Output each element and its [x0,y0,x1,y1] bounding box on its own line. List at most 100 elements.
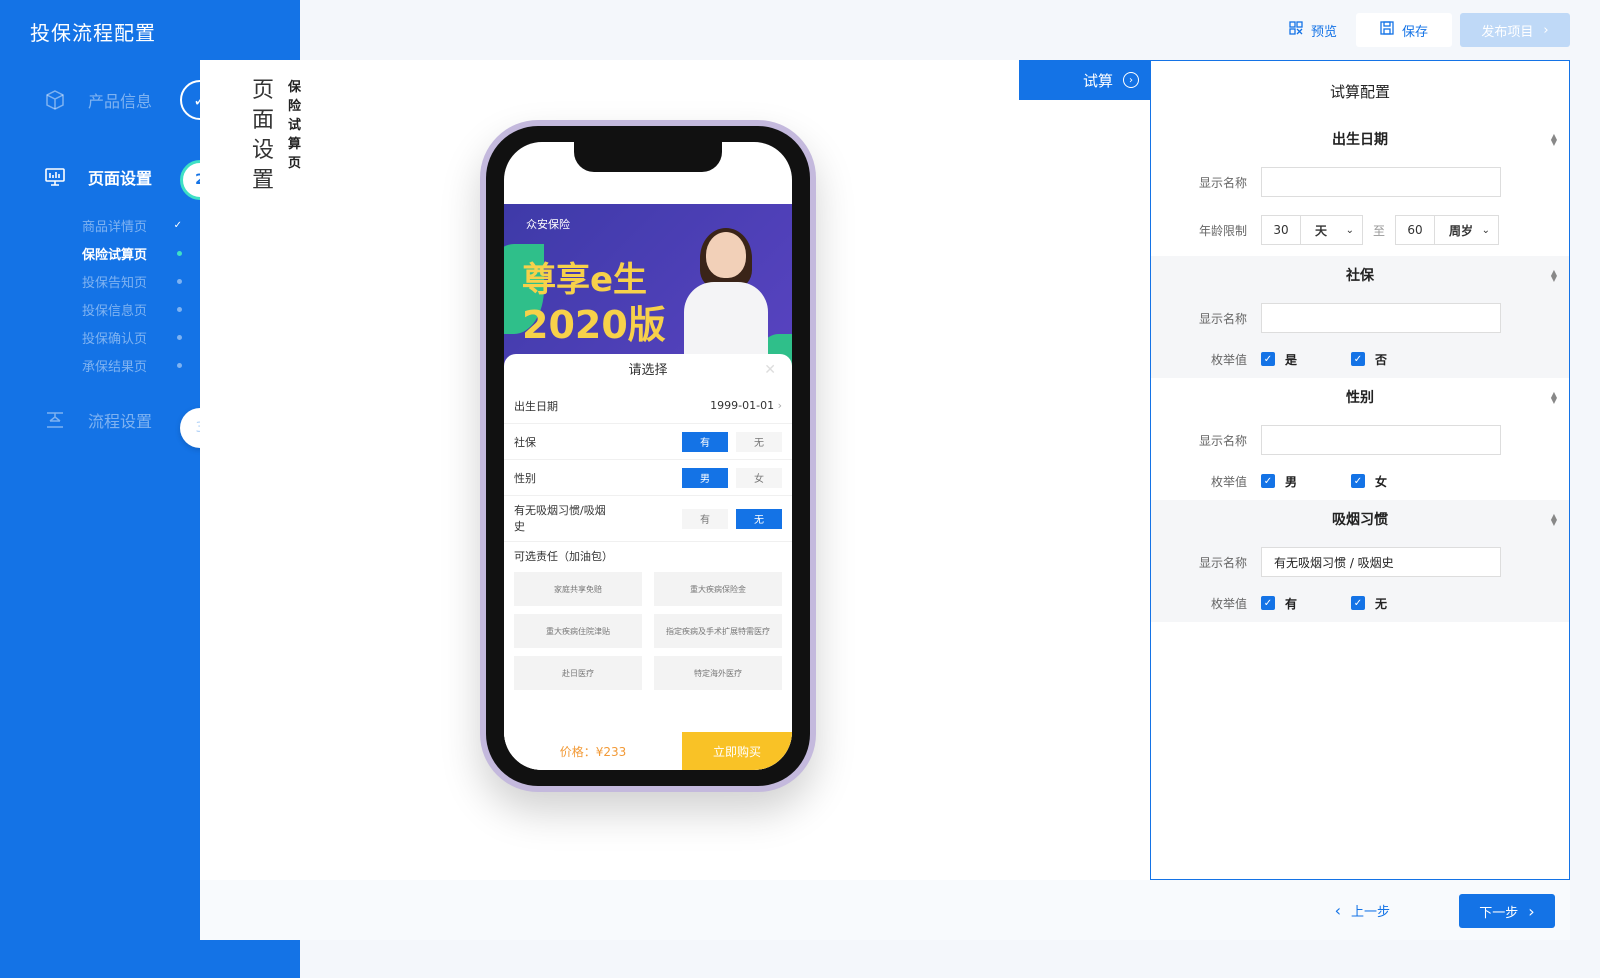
checkbox-checked-icon: ✓ [1351,352,1365,366]
social-display-name-input[interactable] [1261,303,1501,333]
chevron-right-icon: › [1528,901,1535,921]
substep-label: 商品详情页 [82,219,148,235]
checkbox-checked-icon: ✓ [1261,352,1275,366]
enum-option[interactable]: ✓ 男 [1261,473,1351,490]
substep-item[interactable]: 投保信息页 [82,295,182,323]
dob-display-name-input[interactable] [1261,167,1501,197]
optional-item[interactable]: 家庭共享免赔 [514,572,642,606]
sort-icon[interactable]: ▲ ▼ [1551,391,1557,405]
checkbox-checked-icon: ✓ [1351,474,1365,488]
substep-list: 商品详情页 ✓ 保险试算页 投保告知页 投保信息页 投保确认页 承保结果页 [82,211,182,379]
enum-label: 枚举值 [1210,596,1247,611]
config-section-gender: 性别 ▲ ▼ 显示名称 枚举值 ✓ 男 ✓ 女 [1151,378,1569,500]
gender-label: 性别 [514,471,536,485]
step-process-settings[interactable]: 流程设置 [44,408,152,432]
section-title: 出生日期 [1332,132,1388,148]
prev-step-button[interactable]: ‹ 上一步 [1335,892,1390,928]
floppy-icon [1380,21,1394,39]
optional-item[interactable]: 特定海外医疗 [654,656,782,690]
sort-icon[interactable]: ▲ ▼ [1551,133,1557,147]
substep-label: 投保信息页 [82,303,148,319]
trial-config-panel: 试算配置 出生日期 ▲ ▼ 显示名称 年龄限制 30 天 ⌄ 至 60 周岁 ⌄ 社保… [1150,60,1570,880]
enum-option-label: 否 [1375,352,1388,367]
dot-icon [177,362,182,368]
close-icon[interactable]: ✕ [764,362,776,378]
publish-button[interactable]: 发布项目 › [1460,13,1570,47]
chevron-down-icon: ⌄ [1345,224,1354,236]
chevron-right-icon: › [1543,22,1549,38]
substep-item[interactable]: 投保确认页 [82,323,182,351]
smoke-no-option[interactable]: 无 [736,508,782,529]
buy-button[interactable]: 立即购买 [682,732,792,770]
substep-item[interactable]: 保险试算页 [82,239,182,267]
select-sheet: 请选择 ✕ 出生日期 1999-01-01 › 社保 有无 性别 男女 有无吸烟… [504,354,792,770]
optional-item[interactable]: 指定疾病及手术扩展特需医疗 [654,614,782,648]
age-min-unit-select[interactable]: 天 ⌄ [1301,215,1363,245]
trial-tab[interactable]: 试算 › [1019,60,1151,100]
page-title: 页面设置 [252,78,275,193]
optional-item[interactable]: 赴日医疗 [514,656,642,690]
phone-screen: 众安保险 尊享e生 2020版 请选择 ✕ 出生日期 1999-01-01 › [504,142,792,770]
config-section-smoke: 吸烟习惯 ▲ ▼ 显示名称 有无吸烟习惯 / 吸烟史 枚举值 ✓ 有 ✓ 无 [1151,500,1569,622]
smoke-display-name-input[interactable]: 有无吸烟习惯 / 吸烟史 [1261,547,1501,577]
optional-item[interactable]: 重大疾病住院津贴 [514,614,642,648]
dob-value: 1999-01-01 [710,399,775,412]
price-text: 价格：¥233 [504,732,682,770]
publish-label: 发布项目 [1481,24,1534,40]
section-title: 社保 [1346,268,1374,284]
next-step-label: 下一步 [1479,905,1519,921]
step-page-settings[interactable]: 页面设置 [44,165,152,189]
preview-button[interactable]: 预览 [1278,13,1348,47]
step-product-info[interactable]: 产品信息 [44,88,152,112]
enum-option[interactable]: ✓ 有 [1261,595,1351,612]
next-step-button[interactable]: 下一步 › [1459,894,1555,928]
optional-title: 可选责任（加油包） [514,550,613,563]
gender-male-option[interactable]: 男 [682,467,728,488]
age-limit-label: 年龄限制 [1198,223,1247,238]
age-max-unit-select[interactable]: 周岁 ⌄ [1435,215,1500,245]
sort-icon[interactable]: ▲ ▼ [1551,513,1557,527]
preview-label: 预览 [1310,24,1337,40]
main-panel: 页面设置 保险试算页 众安保险 尊享e生 2020版 请选择 ✕ 出生日期 19… [200,60,1570,940]
cube-icon [44,89,66,111]
dob-row[interactable]: 出生日期 1999-01-01 › [504,388,792,424]
display-name-label: 显示名称 [1198,175,1247,190]
substep-item[interactable]: 承保结果页 [82,351,182,379]
flow-icon [44,409,66,431]
enum-option-label: 男 [1285,474,1298,489]
checkbox-checked-icon: ✓ [1261,596,1275,610]
enum-option-label: 无 [1375,596,1388,611]
enum-option[interactable]: ✓ 无 [1351,595,1441,612]
sheet-title: 请选择 [628,363,668,378]
age-max-input[interactable]: 60 [1395,215,1436,245]
enum-option[interactable]: ✓ 否 [1351,351,1441,368]
page-subtitle: 保险试算页 [288,80,302,171]
section-title: 性别 [1346,390,1374,406]
checkbox-checked-icon: ✓ [1261,474,1275,488]
substep-item[interactable]: 投保告知页 [82,267,182,295]
circle-arrow-right-icon: › [1123,72,1139,88]
optional-grid: 家庭共享免赔 重大疾病保险金 重大疾病住院津贴 指定疾病及手术扩展特需医疗 赴日… [504,572,792,690]
current-dot-icon [177,250,182,256]
age-min-input[interactable]: 30 [1261,215,1301,245]
social-no-option[interactable]: 无 [736,431,782,452]
gender-female-option[interactable]: 女 [736,467,782,488]
chevron-down-icon: ⌄ [1481,224,1491,236]
enum-option[interactable]: ✓ 女 [1351,473,1441,490]
sort-icon[interactable]: ▲ ▼ [1551,269,1557,283]
step-label: 产品信息 [88,92,153,111]
save-label: 保存 [1401,24,1428,40]
top-toolbar: 预览 保存 发布项目 › [1270,13,1570,47]
smoke-yes-option[interactable]: 有 [682,508,728,529]
gender-row: 性别 男女 [504,460,792,496]
gender-display-name-input[interactable] [1261,425,1501,455]
enum-option[interactable]: ✓ 是 [1261,351,1351,368]
social-yes-option[interactable]: 有 [682,431,728,452]
save-button[interactable]: 保存 [1356,13,1452,47]
substep-label: 投保告知页 [82,275,148,291]
optional-item[interactable]: 重大疾病保险金 [654,572,782,606]
unit-value: 天 [1315,223,1328,238]
purchase-bar: 价格：¥233 立即购买 [504,732,792,770]
substep-item[interactable]: 商品详情页 ✓ [82,211,182,239]
social-label: 社保 [514,435,536,449]
